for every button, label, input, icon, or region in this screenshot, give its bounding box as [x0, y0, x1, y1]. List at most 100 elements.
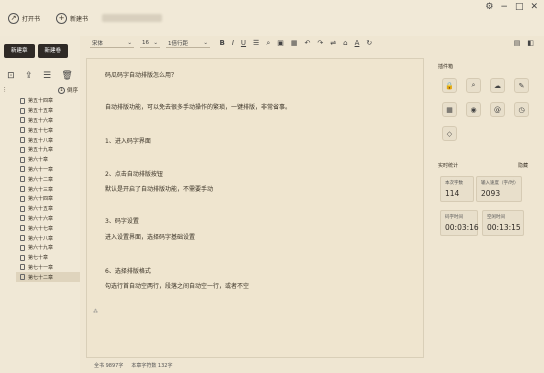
calendar-icon[interactable]: ▦: [442, 102, 457, 117]
line-spacing-select[interactable]: 1倍行距 ⌄: [166, 38, 210, 48]
sort-icon[interactable]: ☰: [43, 71, 51, 81]
maximize-icon[interactable]: □: [515, 2, 524, 12]
undo-icon[interactable]: ↶: [305, 39, 311, 47]
open-book-icon: ↗: [8, 12, 19, 24]
import-icon[interactable]: ⊡: [7, 71, 15, 81]
italic-icon[interactable]: I: [232, 39, 234, 47]
new-book-label: 新建书: [70, 15, 89, 23]
chapter-list-item[interactable]: 第六十七章: [20, 223, 80, 233]
lock-icon[interactable]: 🔒: [442, 78, 457, 93]
font-color-icon[interactable]: A: [355, 39, 360, 47]
minimize-icon[interactable]: −: [500, 2, 508, 12]
new-chapter-button[interactable]: 新建章: [4, 44, 35, 58]
document-icon: [20, 156, 25, 163]
new-volume-button[interactable]: 新建卷: [37, 44, 69, 58]
editor-area[interactable]: 码瓜码字自动排版怎么用？ 自动排版功能，可以免去很多手动操作的繁琐，一键排版，非…: [86, 58, 424, 358]
document-icon: [20, 127, 25, 134]
strikethrough-icon[interactable]: ☰: [253, 39, 259, 47]
document-icon: [20, 117, 25, 124]
chapter-list-item[interactable]: 第六十四章: [20, 194, 80, 204]
stat-label: 空闲时间: [487, 215, 505, 220]
refresh-icon[interactable]: ↻: [366, 39, 372, 47]
stat-value: 114: [445, 189, 460, 198]
stat-writing-time: 码字时间 00:03:16: [440, 210, 479, 236]
clock-icon[interactable]: ◷: [514, 102, 529, 117]
editor-line: 勾选行首自动空两行，段落之间自动空一行，或者不空: [105, 283, 250, 290]
chevron-down-icon: ⌄: [127, 39, 132, 46]
editor-line: 6、选择排版格式: [105, 268, 151, 275]
redo-icon[interactable]: ↷: [317, 39, 323, 47]
book-title-blurred: [102, 14, 163, 22]
cloud-icon[interactable]: ☁: [490, 78, 505, 93]
chapter-list-item[interactable]: 第五十四章: [20, 96, 80, 106]
chapter-label: 第六十章: [28, 157, 49, 164]
stat-label: 码字时间: [445, 215, 463, 220]
bold-icon[interactable]: B: [220, 39, 225, 47]
document-icon: [20, 274, 25, 281]
editor-line: 码瓜码字自动排版怎么用？: [105, 72, 178, 79]
close-icon[interactable]: ✕: [530, 2, 538, 12]
document-icon: [20, 244, 25, 251]
document-icon: [20, 176, 25, 183]
stat-value: 00:03:16: [445, 223, 479, 232]
chapter-list-item[interactable]: 第七十章: [20, 253, 80, 263]
chapter-list-item[interactable]: 第六十二章: [20, 174, 80, 184]
document-icon: [20, 107, 25, 114]
font-size-select[interactable]: 16 ⌄: [140, 38, 160, 48]
book-icon[interactable]: ▤: [514, 39, 521, 47]
document-icon: [20, 225, 25, 232]
open-book-button[interactable]: ↗ 打开书: [0, 9, 48, 27]
export-icon[interactable]: ⇪: [25, 71, 33, 81]
editor-line: 自动排版功能，可以免去很多手动操作的繁琐，一键排版，非常省事。: [105, 104, 292, 111]
clear-icon[interactable]: ⌂: [343, 39, 347, 47]
chapter-label: 第六十六章: [28, 215, 54, 222]
stats-hide-button[interactable]: 隐藏: [518, 162, 528, 169]
mail-icon[interactable]: @: [490, 102, 505, 117]
format-icon[interactable]: ⇌: [330, 39, 336, 47]
panel-icon[interactable]: ◧: [527, 39, 534, 47]
document-icon: [20, 146, 25, 153]
tag-icon[interactable]: ◇: [442, 126, 457, 141]
chapter-list-item[interactable]: 第六十八章: [20, 233, 80, 243]
editor-line: 默认是开启了自动排版功能，不需要手动: [105, 186, 214, 193]
chapter-list-item[interactable]: 第五十六章: [20, 116, 80, 126]
stat-label: 输入速度（字/时）: [481, 181, 519, 186]
chapter-list-item[interactable]: 第六十一章: [20, 165, 80, 175]
chapter-list-item[interactable]: 第六十九章: [20, 243, 80, 253]
chapter-list-item[interactable]: 第五十五章: [20, 106, 80, 116]
search-icon[interactable]: ⌕: [266, 39, 270, 47]
chapter-label: 第六十二章: [28, 176, 54, 183]
chapter-label: 第六十五章: [28, 206, 54, 213]
chapter-list-item[interactable]: 第五十七章: [20, 125, 80, 135]
window-controls: ⚙ − □ ✕: [485, 2, 538, 12]
chapter-label: 第六十四章: [28, 196, 54, 203]
sort-order-label[interactable]: 倒序: [67, 86, 78, 94]
chapter-list-item[interactable]: 第七十二章: [16, 272, 80, 283]
chapter-list-item[interactable]: 第五十八章: [20, 135, 80, 145]
chapter-list-item[interactable]: 第五十九章: [20, 145, 80, 155]
chapter-list-item[interactable]: 第六十三章: [20, 184, 80, 194]
chapter-label: 第七十二章: [28, 274, 54, 281]
gear-icon[interactable]: ⚙: [485, 2, 493, 12]
volume-expand-icon[interactable]: ⋮: [2, 87, 8, 93]
chapter-list-item[interactable]: 第七十一章: [20, 263, 80, 273]
chapter-label: 第六十一章: [28, 166, 54, 173]
target-icon[interactable]: ◉: [466, 102, 481, 117]
stat-session-words: 本次字数 114: [440, 176, 474, 202]
table-icon[interactable]: ▦: [291, 39, 298, 47]
chapter-list-item[interactable]: 第六十五章: [20, 204, 80, 214]
font-value: 宋体: [92, 40, 104, 47]
new-book-button[interactable]: + 新建书: [48, 9, 96, 27]
image-icon[interactable]: ▣: [277, 39, 284, 47]
chapter-label: 第六十七章: [28, 225, 54, 232]
chapter-list-item[interactable]: 第六十六章: [20, 214, 80, 224]
pen-icon[interactable]: ✎: [514, 78, 529, 93]
font-select[interactable]: 宋体 ⌄: [90, 38, 134, 48]
stat-value: 00:13:15: [487, 223, 521, 232]
trash-icon[interactable]: 🗑: [61, 71, 72, 81]
chapter-list-item[interactable]: 第六十章: [20, 155, 80, 165]
search-icon[interactable]: ⌕: [466, 78, 481, 93]
underline-icon[interactable]: U: [241, 39, 246, 47]
chapter-list: 第五十四章 第五十五章 第五十六章 第五十七章 第五十八章 第五十九章第六十章第六十一章第…: [0, 94, 80, 283]
sort-order-icon[interactable]: ↓: [57, 86, 65, 94]
